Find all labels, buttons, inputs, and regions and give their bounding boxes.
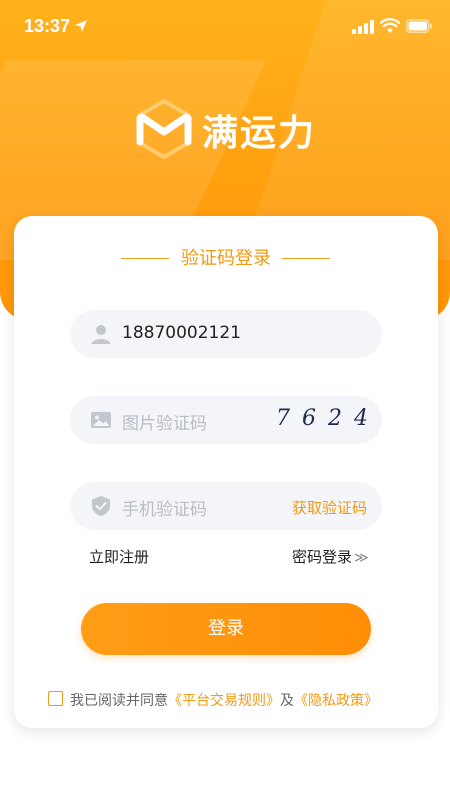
privacy-policy-link[interactable]: 《隐私政策》 bbox=[294, 693, 378, 709]
agreement-prefix: 我已阅读并同意 bbox=[70, 693, 168, 709]
title-divider-right bbox=[282, 258, 330, 259]
phone-value: 18870002121 bbox=[122, 323, 241, 343]
location-arrow-icon bbox=[75, 20, 87, 32]
agreement-and: 及 bbox=[280, 693, 294, 709]
captcha-placeholder: 图片验证码 bbox=[122, 414, 207, 434]
captcha-image[interactable]: 7624 bbox=[276, 406, 380, 431]
trade-rules-link[interactable]: 《平台交易规则》 bbox=[168, 693, 280, 709]
password-login-link[interactable]: 密码登录 ≫ bbox=[292, 546, 369, 567]
hexagon-m-logo bbox=[136, 98, 192, 160]
shield-icon bbox=[92, 496, 110, 516]
agreement-row: 我已阅读并同意《平台交易规则》及《隐私政策》 bbox=[48, 690, 408, 712]
status-bar: 13:37 bbox=[0, 0, 450, 54]
sms-code-placeholder: 手机验证码 bbox=[122, 500, 207, 520]
sms-code-input[interactable]: 手机验证码 获取验证码 bbox=[70, 482, 382, 530]
register-link[interactable]: 立即注册 bbox=[89, 546, 149, 567]
wifi-icon bbox=[380, 18, 400, 33]
brand-name: 满运力 bbox=[202, 113, 317, 154]
captcha-input[interactable]: 图片验证码 7624 bbox=[70, 396, 382, 444]
status-time: 13:37 bbox=[24, 16, 71, 36]
agreement-checkbox[interactable] bbox=[48, 691, 63, 706]
image-icon bbox=[91, 412, 111, 428]
brand: 满运力 bbox=[136, 98, 336, 162]
login-card: 验证码登录 18870002121 图片验证码 7624 手机验证码 获取验证码… bbox=[14, 216, 438, 728]
get-code-button[interactable]: 获取验证码 bbox=[292, 497, 367, 518]
phone-input[interactable]: 18870002121 bbox=[70, 310, 382, 358]
card-title: 验证码登录 bbox=[181, 248, 271, 269]
signal-icon bbox=[352, 20, 374, 34]
password-login-label: 密码登录 bbox=[292, 548, 353, 566]
battery-icon bbox=[406, 19, 432, 33]
login-button[interactable]: 登录 bbox=[81, 603, 371, 655]
agreement-text: 我已阅读并同意《平台交易规则》及《隐私政策》 bbox=[70, 690, 378, 710]
user-icon bbox=[91, 325, 111, 344]
chevron-double-right-icon: ≫ bbox=[354, 550, 369, 566]
